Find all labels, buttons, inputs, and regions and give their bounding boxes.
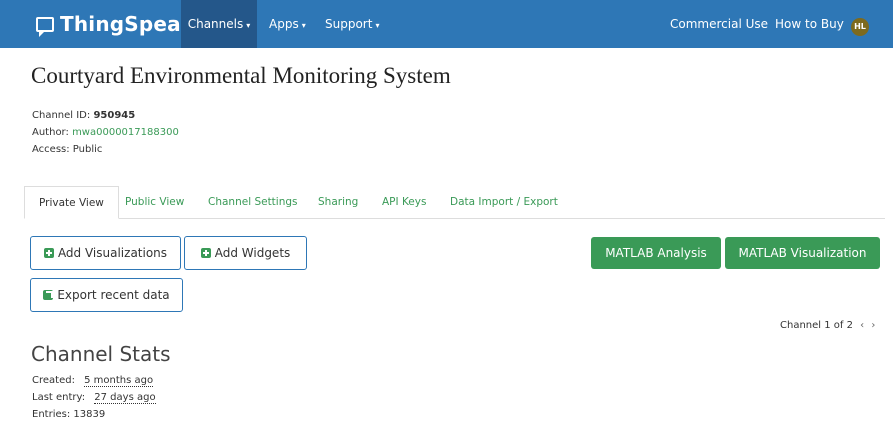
nav-channels-label: Channels	[187, 17, 244, 31]
add-visualizations-label: Add Visualizations	[57, 246, 168, 260]
nav-commercial-use[interactable]: Commercial Use	[670, 0, 768, 48]
export-recent-data-button[interactable]: Export recent data	[30, 278, 183, 312]
channel-pager: Channel 1 of 2 ‹ ›	[780, 320, 875, 331]
tab-api-keys[interactable]: API Keys	[382, 186, 426, 219]
tab-private-view[interactable]: Private View	[24, 186, 119, 219]
channel-author: Author: mwa0000017188300	[32, 127, 179, 138]
plus-icon	[43, 248, 54, 258]
created-label: Created:	[32, 375, 75, 386]
nav-support-label: Support	[325, 17, 373, 31]
matlab-visualization-button[interactable]: MATLAB Visualization	[725, 237, 880, 269]
export-icon	[43, 290, 54, 300]
channel-access: Access: Public	[32, 144, 102, 155]
author-label: Author:	[32, 127, 69, 138]
add-visualizations-button[interactable]: Add Visualizations	[30, 236, 181, 270]
author-link[interactable]: mwa0000017188300	[72, 127, 179, 138]
channel-id-label: Channel ID:	[32, 110, 91, 121]
stat-last-entry: Last entry: 27 days ago	[32, 392, 156, 404]
plus-icon	[200, 248, 211, 258]
add-widgets-label: Add Widgets	[214, 246, 291, 260]
user-avatar[interactable]: HL	[851, 18, 869, 36]
nav-how-to-buy[interactable]: How to Buy	[775, 0, 844, 48]
page-title: Courtyard Environmental Monitoring Syste…	[31, 63, 451, 88]
export-recent-data-label: Export recent data	[57, 288, 170, 302]
nav-apps-label: Apps	[269, 17, 299, 31]
add-widgets-button[interactable]: Add Widgets	[184, 236, 307, 270]
matlab-analysis-button[interactable]: MATLAB Analysis	[591, 237, 721, 269]
tab-data-import-export[interactable]: Data Import / Export	[450, 186, 558, 219]
caret-down-icon: ▾	[246, 21, 251, 30]
brand-name: ThingSpeak	[60, 12, 195, 36]
access-label: Access:	[32, 144, 70, 155]
channel-tabs: Private View Public View Channel Setting…	[24, 186, 885, 219]
pager-text: Channel 1 of 2	[780, 320, 853, 331]
last-entry-label: Last entry:	[32, 392, 86, 403]
entries-label: Entries:	[32, 409, 71, 420]
channel-stats-heading: Channel Stats	[31, 342, 171, 366]
channel-id-value: 950945	[93, 110, 136, 121]
top-navbar: ThingSpeak ™ Channels▾ Apps▾ Support▾ Co…	[0, 0, 893, 48]
tab-channel-settings[interactable]: Channel Settings	[208, 186, 298, 219]
tab-sharing[interactable]: Sharing	[318, 186, 358, 219]
tab-public-view[interactable]: Public View	[125, 186, 184, 219]
stat-entries: Entries: 13839	[32, 409, 105, 420]
nav-apps[interactable]: Apps ▾	[269, 0, 306, 48]
nav-support[interactable]: Support ▾	[325, 0, 379, 48]
channel-id: Channel ID: 950945	[32, 110, 135, 121]
created-value: 5 months ago	[84, 375, 154, 387]
caret-down-icon: ▾	[301, 21, 306, 30]
thingspeak-logo[interactable]: ThingSpeak ™	[36, 10, 204, 38]
entries-value: 13839	[73, 409, 106, 420]
last-entry-value: 27 days ago	[94, 392, 156, 404]
chevron-right-icon[interactable]: ›	[871, 320, 875, 331]
speech-bubble-icon	[36, 16, 54, 37]
nav-channels[interactable]: Channels ▾	[181, 0, 257, 48]
chevron-left-icon[interactable]: ‹	[860, 320, 864, 331]
caret-down-icon: ▾	[375, 21, 380, 30]
stat-created: Created: 5 months ago	[32, 375, 154, 387]
access-value: Public	[72, 144, 103, 155]
